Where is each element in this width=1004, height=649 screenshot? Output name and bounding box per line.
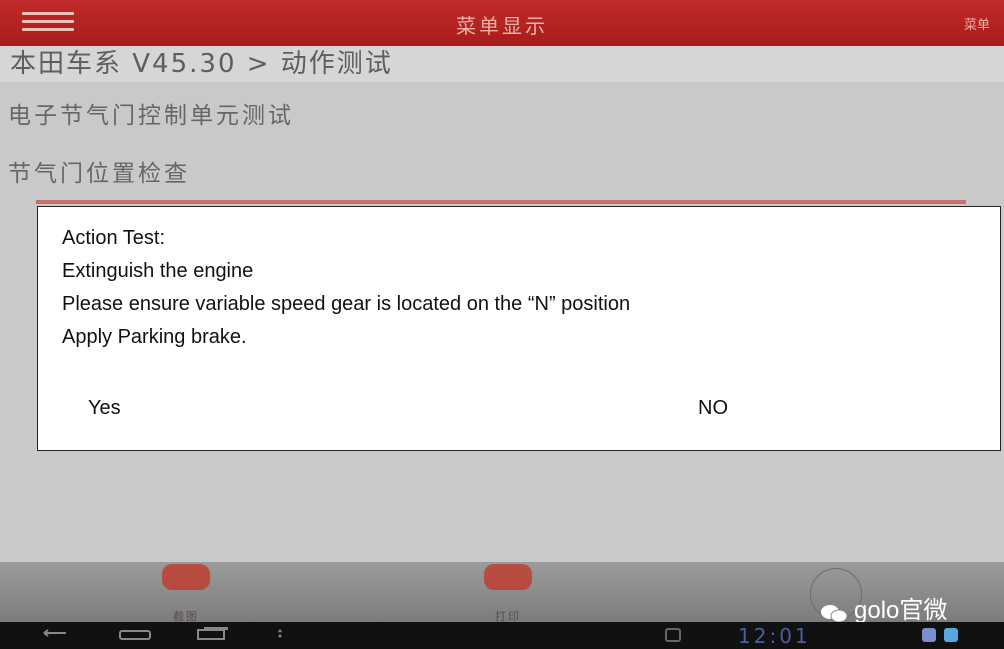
page-title: 菜单显示 [456,14,548,38]
recent-apps-icon[interactable] [196,627,230,643]
screenshot-button[interactable]: 截图 [146,564,226,623]
action-test-dialog: Action Test: Extinguish the engine Pleas… [37,206,1001,451]
signal-icon [922,628,936,642]
print-button[interactable]: 打印 [468,564,548,623]
selection-highlight [36,200,966,204]
wechat-icon [820,602,848,623]
dialog-instruction-1: Extinguish the engine [62,260,254,282]
back-icon[interactable] [38,627,72,643]
more-options-icon[interactable] [276,627,284,643]
list-item-throttle-position-check[interactable]: 节气门位置检查 [0,154,1004,188]
dialog-title: Action Test: [62,227,166,249]
system-nav-bar: 12:01 [0,622,1004,649]
screenshot-icon [162,564,210,590]
watermark-text: golo官微 [854,597,948,624]
watermark: golo官微 [820,590,947,625]
header-menu-button[interactable]: 菜单 [964,14,990,33]
printer-icon [484,564,532,590]
no-button[interactable]: NO [698,397,728,420]
breadcrumb: 本田车系 V45.30 > 动作测试 [0,46,1004,82]
list-item-throttle-control-test[interactable]: 电子节气门控制单元测试 [0,96,1004,130]
dialog-instruction-2: Please ensure variable speed gear is loc… [62,293,631,315]
dialog-instruction-3: Apply Parking brake. [62,326,247,348]
home-icon[interactable] [118,627,152,643]
battery-icon [944,628,958,642]
app-header: 菜单显示 菜单 [0,0,1004,46]
notification-icon[interactable] [664,627,682,643]
clock: 12:01 [738,624,811,648]
yes-button[interactable]: Yes [88,397,121,420]
